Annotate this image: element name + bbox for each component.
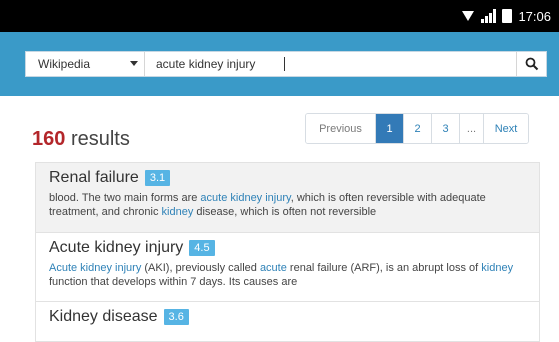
results-count-number: 160 bbox=[32, 128, 66, 150]
snippet-text: blood. The two main forms are bbox=[49, 192, 201, 204]
battery-icon bbox=[502, 9, 513, 23]
status-icons: 17:06 bbox=[461, 7, 551, 25]
result-snippet: Acute kidney injury (AKI), previously ca… bbox=[49, 261, 526, 289]
result-snippet: blood. The two main forms are acute kidn… bbox=[49, 191, 526, 219]
results-count-label: results bbox=[70, 128, 130, 150]
result-title-row: Kidney disease 3.6 bbox=[49, 308, 526, 326]
previous-page-button[interactable]: Previous bbox=[306, 114, 376, 143]
next-page-button[interactable]: Next bbox=[484, 114, 528, 143]
page-2-button[interactable]: 2 bbox=[404, 114, 432, 143]
result-title[interactable]: Acute kidney injury bbox=[49, 239, 183, 257]
result-item[interactable]: Kidney disease 3.6 bbox=[35, 302, 540, 342]
clock: 17:06 bbox=[518, 8, 551, 24]
source-select[interactable]: Wikipedia bbox=[26, 52, 145, 76]
result-title-row: Renal failure 3.1 bbox=[49, 169, 526, 187]
snippet-text: (AKI), previously called bbox=[141, 262, 260, 274]
search-toolbar: Wikipedia bbox=[0, 32, 559, 96]
snippet-highlight[interactable]: Acute kidney injury bbox=[49, 262, 141, 274]
score-badge: 4.5 bbox=[189, 240, 215, 256]
signal-icon bbox=[481, 9, 497, 23]
snippet-highlight[interactable]: acute kidney injury bbox=[200, 192, 290, 204]
score-badge: 3.1 bbox=[144, 170, 171, 186]
result-title-row: Acute kidney injury 4.5 bbox=[49, 239, 526, 257]
text-cursor bbox=[284, 57, 285, 71]
search-bar: Wikipedia bbox=[25, 51, 547, 77]
source-select-value: Wikipedia bbox=[38, 57, 91, 71]
pagination: Previous 1 2 3 ... Next bbox=[305, 113, 529, 144]
chevron-down-icon bbox=[130, 61, 138, 66]
results-count: 160 results bbox=[32, 128, 130, 151]
snippet-highlight[interactable]: kidney bbox=[481, 262, 513, 274]
result-title[interactable]: Kidney disease bbox=[49, 308, 158, 326]
wifi-icon bbox=[462, 11, 475, 21]
page-1-button[interactable]: 1 bbox=[376, 114, 404, 143]
status-bar: 17:06 bbox=[0, 0, 559, 32]
result-title[interactable]: Renal failure bbox=[49, 169, 139, 187]
snippet-text: renal failure (ARF), is an abrupt loss o… bbox=[286, 262, 482, 274]
page-ellipsis[interactable]: ... bbox=[460, 114, 484, 143]
search-icon bbox=[525, 57, 538, 71]
page-3-button[interactable]: 3 bbox=[432, 114, 460, 143]
search-button[interactable] bbox=[516, 52, 546, 76]
snippet-text: disease, which is often not reversible bbox=[193, 206, 377, 218]
snippet-highlight[interactable]: kidney bbox=[162, 206, 194, 218]
snippet-text: function that develops within 7 days. It… bbox=[49, 276, 298, 288]
search-input[interactable] bbox=[150, 54, 492, 74]
result-item[interactable]: Renal failure 3.1 blood. The two main fo… bbox=[35, 162, 540, 233]
result-item[interactable]: Acute kidney injury 4.5 Acute kidney inj… bbox=[35, 233, 540, 302]
snippet-highlight[interactable]: acute bbox=[260, 262, 287, 274]
